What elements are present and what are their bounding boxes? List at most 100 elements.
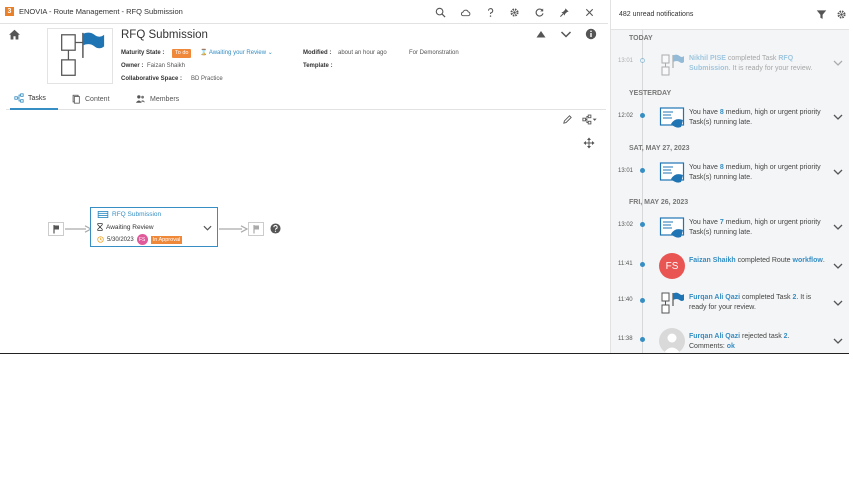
document-icon <box>72 94 80 104</box>
unread-count: 482 unread notifications <box>619 11 694 18</box>
user-placeholder-icon <box>663 333 681 353</box>
layout-menu-button[interactable] <box>582 114 598 127</box>
refresh-icon <box>535 7 544 17</box>
collaborative-space-label: Collaborative Space : <box>121 76 183 82</box>
question-mark-icon <box>487 7 493 17</box>
chevron-down-icon[interactable] <box>833 167 843 177</box>
chevron-down-icon[interactable] <box>833 222 843 232</box>
route-description: For Demonstration <box>409 50 459 56</box>
chevron-down-icon: ⌄ <box>267 50 273 56</box>
connector-arrow-icon <box>65 225 92 233</box>
help-button[interactable] <box>483 5 497 19</box>
notification-prefix: You have <box>689 219 720 226</box>
edit-button[interactable] <box>562 114 573 127</box>
chevron-down-icon <box>560 31 572 38</box>
notification-time: 11:41 <box>618 261 633 267</box>
route-thumbnail <box>47 28 113 84</box>
notification-action: completed Task <box>725 55 779 62</box>
window-title: ENOVIA - Route Management - RFQ Submissi… <box>19 7 183 16</box>
notification-tail: . It is ready for your review. <box>728 65 813 72</box>
info-button[interactable] <box>584 28 598 40</box>
flow-help-button[interactable] <box>270 223 281 236</box>
notification-text: You have 8 medium, high or urgent priori… <box>689 163 829 183</box>
filter-funnel-icon <box>816 10 827 19</box>
chevron-down-icon[interactable] <box>833 298 843 308</box>
tab-content-label: Content <box>85 95 110 103</box>
notification-comment: ok <box>726 343 735 350</box>
collapse-up-button[interactable] <box>534 28 548 40</box>
notification-time: 11:38 <box>618 336 633 342</box>
late-tasks-icon <box>659 162 685 183</box>
modified-label: Modified : <box>303 50 332 56</box>
avatar <box>659 328 685 353</box>
chevron-down-icon[interactable] <box>833 58 843 68</box>
gear-icon <box>509 7 519 17</box>
notification-link[interactable]: workflow <box>793 257 823 264</box>
pin-icon <box>559 7 569 17</box>
notification-text: You have 7 medium, high or urgent priori… <box>689 218 829 238</box>
task-node-chevron-down-icon[interactable] <box>203 224 212 232</box>
notification-text: You have 8 medium, high or urgent priori… <box>689 108 829 128</box>
notification-tail: . <box>787 333 790 340</box>
chevron-down-icon[interactable] <box>833 112 843 122</box>
notification-settings-button[interactable] <box>836 9 847 22</box>
tab-members[interactable]: Members <box>135 88 179 110</box>
title-bar: 3 ENOVIA - Route Management - RFQ Submis… <box>0 0 608 24</box>
home-icon <box>9 29 20 40</box>
tab-tasks[interactable]: Tasks <box>10 88 58 110</box>
app-window: 3 ENOVIA - Route Management - RFQ Submis… <box>0 0 849 354</box>
end-node[interactable] <box>248 222 264 236</box>
notification-time: 13:02 <box>618 222 634 228</box>
maturity-state-badge: To do <box>172 49 192 58</box>
cloud-button[interactable] <box>458 5 472 19</box>
home-button[interactable] <box>8 28 21 41</box>
search-button[interactable] <box>433 5 447 19</box>
maturity-state-link[interactable]: ⌛ Awaiting your Review ⌄ <box>200 49 273 56</box>
members-icon <box>135 95 146 103</box>
notifications-header: 482 unread notifications <box>611 0 849 30</box>
notification-actor: Furqan Ali Qazi <box>689 294 741 301</box>
unread-dot <box>640 222 645 227</box>
notification-time: 13:01 <box>618 58 634 64</box>
pan-button[interactable] <box>583 137 595 151</box>
end-flag-icon <box>253 225 259 234</box>
flow-layout-icon <box>582 114 597 125</box>
close-button[interactable] <box>582 5 596 19</box>
notification-text: Furqan Ali Qazi completed Task 2. It is … <box>689 293 829 313</box>
notification-action: completed Route <box>735 257 793 264</box>
connector-arrow-icon <box>219 225 248 233</box>
notification-time: 12:02 <box>618 113 634 119</box>
move-arrows-icon <box>583 137 595 149</box>
timeline-line <box>642 30 643 353</box>
notification-comment-label: Comments: <box>689 343 725 350</box>
pin-button[interactable] <box>557 5 571 19</box>
modified-value: about an hour ago <box>338 50 387 56</box>
task-node-date: 5/30/2023 <box>107 236 134 243</box>
pencil-icon <box>563 115 572 124</box>
task-node-rfq-submission[interactable]: RFQ Submission Awaiting Review 5/30/2023… <box>90 207 218 247</box>
notification-time: 11:40 <box>618 297 633 303</box>
template-label: Template : <box>303 63 333 69</box>
chevron-down-icon[interactable] <box>833 261 843 271</box>
collaborative-space-value: BD Practice <box>191 76 223 82</box>
section-fri-may-26: FRI, MAY 26, 2023 <box>629 199 689 206</box>
tab-members-label: Members <box>150 95 180 103</box>
chevron-down-icon[interactable] <box>833 336 843 346</box>
route-tabs: Tasks Content Members <box>6 88 606 110</box>
start-node[interactable] <box>48 222 64 236</box>
route-task-icon <box>661 54 684 76</box>
tab-content[interactable]: Content <box>71 88 110 110</box>
task-node-status: Awaiting Review <box>106 223 154 231</box>
cloud-icon <box>460 9 470 16</box>
filter-button[interactable] <box>816 9 827 22</box>
unread-dot <box>640 262 645 267</box>
question-circle-icon <box>270 223 281 234</box>
late-tasks-icon <box>659 107 685 128</box>
task-node-badge: In Approval <box>150 235 183 244</box>
refresh-button[interactable] <box>532 5 546 19</box>
route-title: RFQ Submission <box>121 29 208 41</box>
clock-icon <box>97 236 104 243</box>
settings-button[interactable] <box>507 5 521 19</box>
notification-prefix: You have <box>689 109 720 116</box>
expand-down-button[interactable] <box>559 28 573 40</box>
